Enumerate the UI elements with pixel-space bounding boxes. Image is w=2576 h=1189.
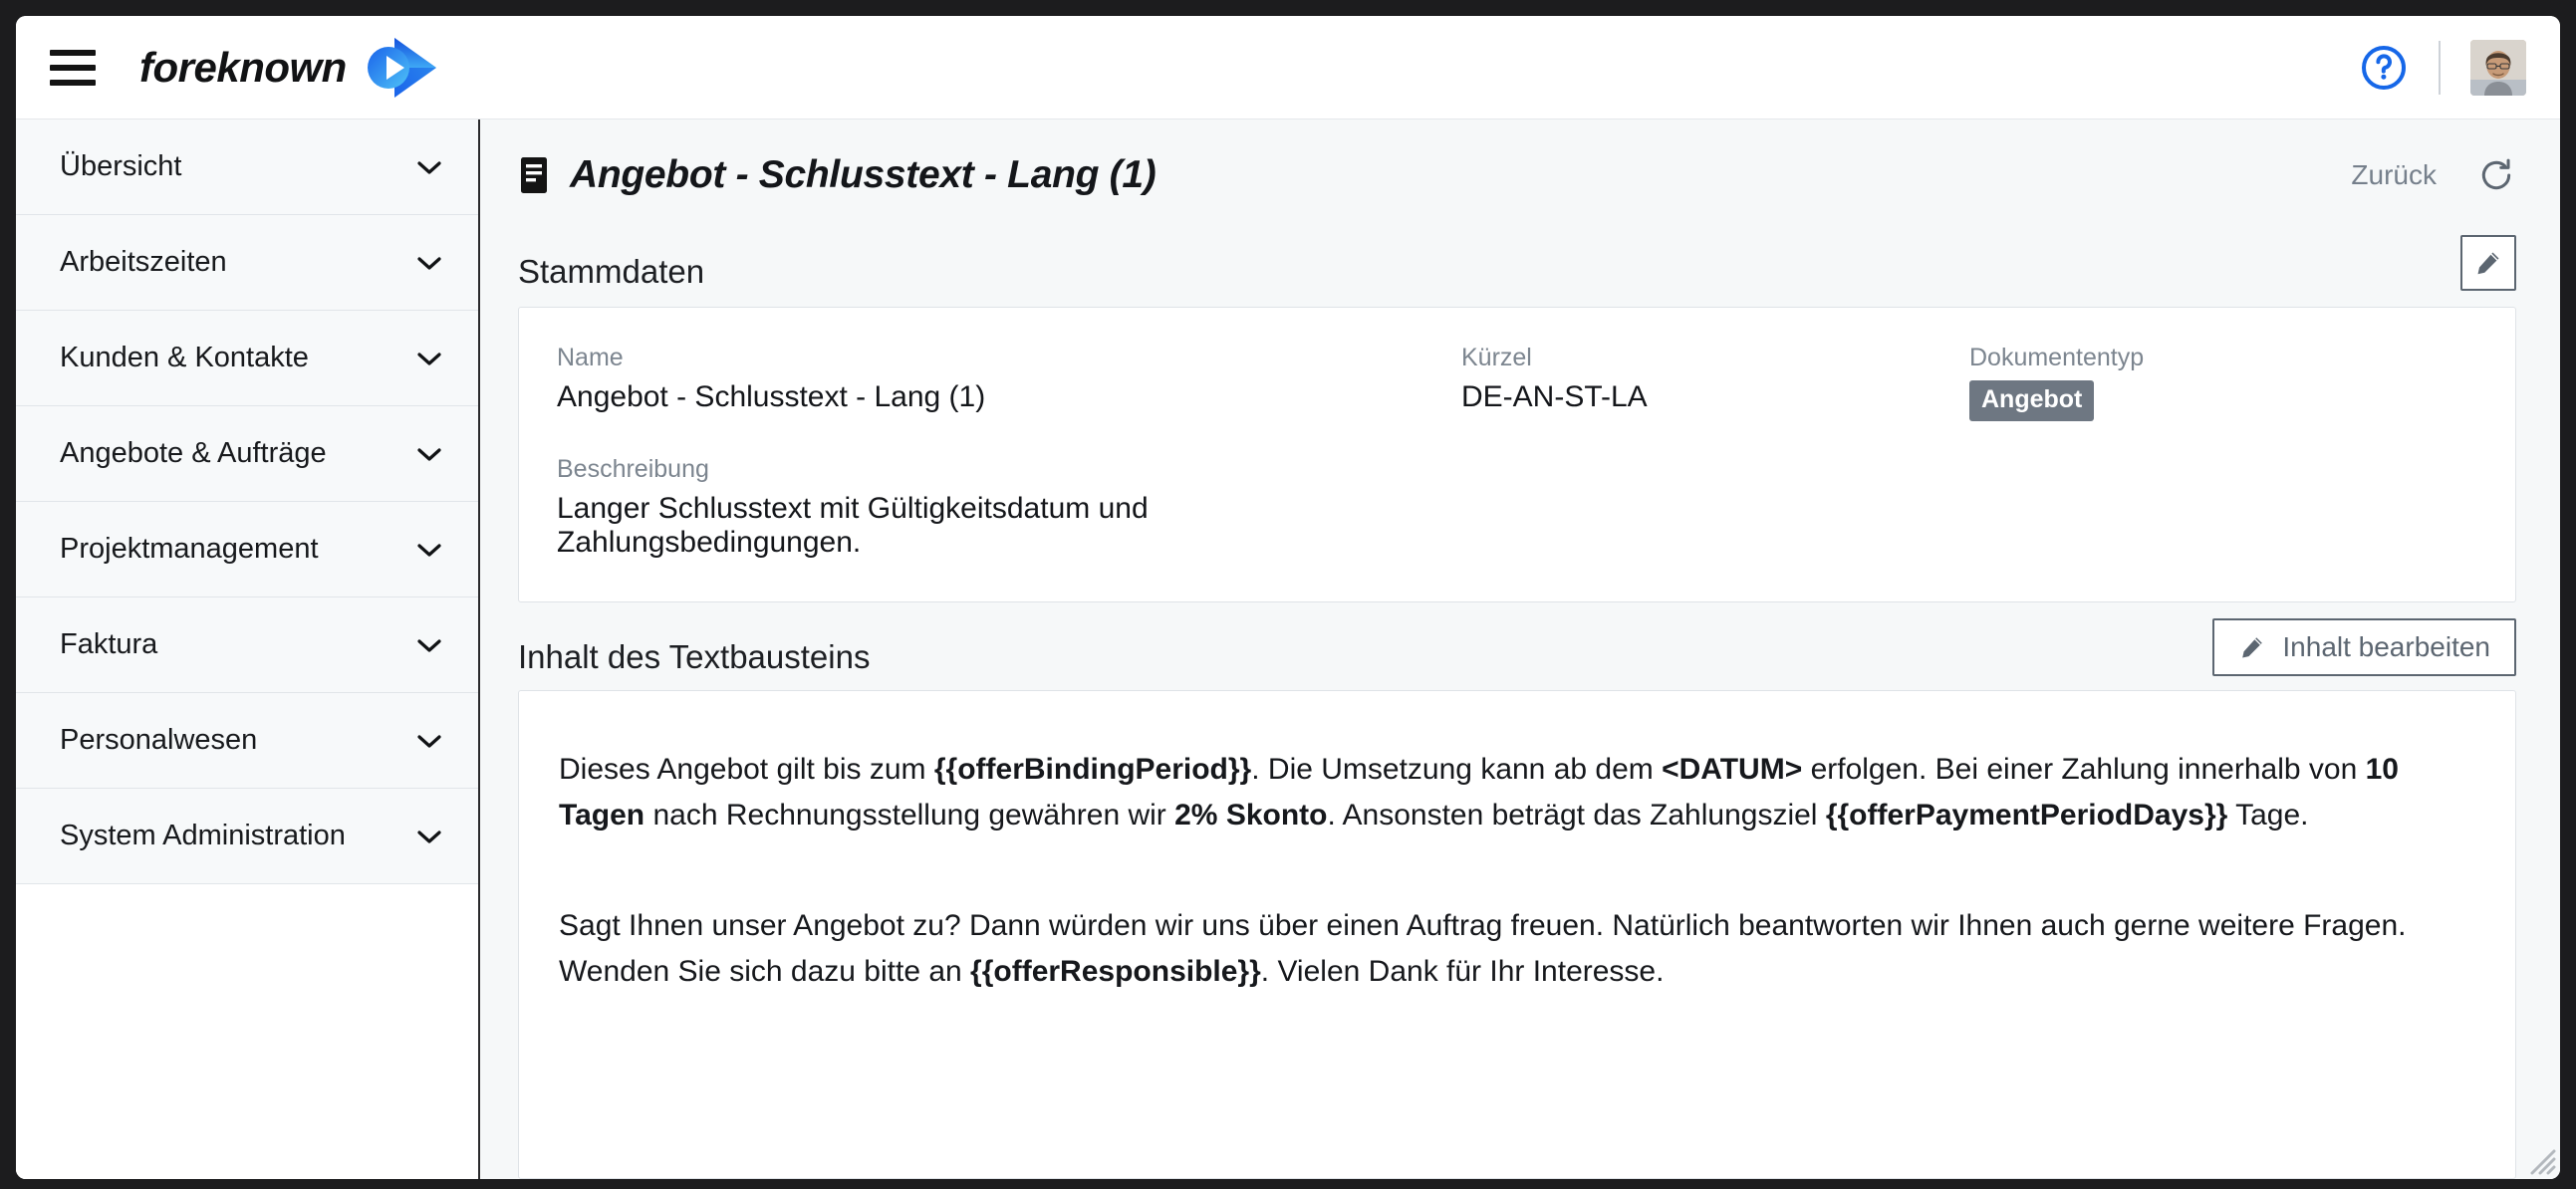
sidebar-item-label: System Administration (60, 820, 346, 851)
help-circle-glyph (2362, 45, 2406, 90)
foreknown-logo-icon (367, 37, 436, 98)
textbaustein-content-card: Dieses Angebot gilt bis zum {{offerBindi… (518, 690, 2516, 1179)
top-app-bar: foreknown (16, 16, 2560, 119)
field-name: Name Angebot - Schlusstext - Lang (1) (557, 344, 1461, 421)
content-paragraph: Sagt Ihnen unser Angebot zu? Dann würden… (559, 903, 2475, 994)
edit-content-button[interactable]: Inhalt bearbeiten (2212, 618, 2516, 676)
avatar-photo (2470, 39, 2526, 96)
page-title: Angebot - Schlusstext - Lang (1) (570, 153, 1157, 196)
grid-spacer (1969, 421, 2477, 560)
window-resize-handle[interactable] (2520, 1139, 2556, 1175)
os-window-frame: foreknown Übersicht Arbeitszeiten Kunden… (0, 0, 2576, 1189)
refresh-glyph (2481, 158, 2511, 190)
pencil-icon (2477, 252, 2499, 275)
back-link[interactable]: Zurück (2351, 159, 2437, 191)
sidebar-item-arbeitszeiten[interactable]: Arbeitszeiten (16, 215, 478, 311)
field-dokumententyp: Dokumententyp Angebot (1969, 344, 2477, 421)
content-placeholder: {{offerBindingPeriod}} (933, 753, 1252, 786)
field-label-kuerzel: Kürzel (1461, 344, 1532, 371)
sidebar-item-projektmanagement[interactable]: Projektmanagement (16, 502, 478, 597)
field-beschreibung: Beschreibung Langer Schlusstext mit Gült… (557, 455, 1461, 560)
chevron-down-icon (417, 256, 441, 270)
chevron-down-icon (417, 447, 441, 461)
sidebar-item-kunden-kontakte[interactable]: Kunden & Kontakte (16, 311, 478, 406)
brand-name: foreknown (139, 43, 347, 91)
content-placeholder: <DATUM> (1662, 753, 1803, 786)
pencil-icon (2242, 637, 2263, 658)
application-window: foreknown Übersicht Arbeitszeiten Kunden… (16, 16, 2560, 1179)
chevron-down-icon (417, 543, 441, 557)
field-value-beschreibung: Langer Schlusstext mit Gültigkeitsdatum … (557, 492, 1149, 559)
status-badge-dokumententyp: Angebot (1969, 380, 2095, 421)
refresh-icon[interactable] (2476, 155, 2516, 195)
chevron-down-icon (417, 830, 441, 843)
chevron-down-icon (417, 734, 441, 748)
main-content: Angebot - Schlusstext - Lang (1) Zurück … (480, 119, 2560, 1179)
content-text: nach Rechnungsstellung gewähren wir (644, 798, 1175, 832)
sidebar-item-personalwesen[interactable]: Personalwesen (16, 693, 478, 789)
sidebar-item-label: Personalwesen (60, 724, 258, 756)
content-text: Dieses Angebot gilt bis zum (559, 753, 934, 786)
content-placeholder: {{offerPaymentPeriodDays}} (1825, 798, 2228, 832)
hamburger-icon[interactable] (50, 49, 96, 86)
field-value-kuerzel: DE-AN-ST-LA (1461, 380, 1648, 413)
stammdaten-field-grid: Name Angebot - Schlusstext - Lang (1) Kü… (557, 344, 2477, 560)
content-text: . Ansonsten beträgt das Zahlungsziel (1327, 798, 1826, 832)
field-label-beschreibung: Beschreibung (557, 455, 709, 483)
hamburger-bar (50, 79, 96, 86)
sidebar-item-label: Projektmanagement (60, 533, 319, 565)
chevron-down-icon (417, 352, 441, 365)
chevron-down-icon (417, 160, 441, 174)
sidebar-item-system-administration[interactable]: System Administration (16, 789, 478, 884)
content-text: Tage. (2227, 798, 2309, 832)
page-title-group: Angebot - Schlusstext - Lang (1) (518, 153, 1157, 197)
content-paragraph: Dieses Angebot gilt bis zum {{offerBindi… (559, 747, 2475, 837)
sidebar-item-label: Faktura (60, 628, 158, 660)
brand-logo[interactable]: foreknown (139, 36, 440, 100)
chevron-down-icon (417, 638, 441, 652)
grid-spacer (1461, 421, 1969, 560)
content-text: . Die Umsetzung kann ab dem (1251, 753, 1663, 786)
topbar-divider (2439, 40, 2441, 95)
stammdaten-section-header: Stammdaten (480, 217, 2560, 291)
help-circle-icon[interactable] (2359, 43, 2409, 93)
content-placeholder: 2% Skonto (1174, 798, 1328, 832)
edit-content-button-label: Inhalt bearbeiten (2282, 631, 2490, 662)
field-value-name: Angebot - Schlusstext - Lang (1) (557, 380, 986, 413)
content-text: . Vielen Dank für Ihr Interesse. (1260, 954, 1665, 988)
document-text-icon (521, 157, 547, 193)
hamburger-bar (50, 49, 96, 56)
field-kuerzel: Kürzel DE-AN-ST-LA (1461, 344, 1969, 421)
hamburger-bar (50, 64, 96, 71)
avatar[interactable] (2470, 39, 2526, 96)
content-placeholder: {{offerResponsible}} (970, 954, 1261, 988)
field-label-name: Name (557, 344, 624, 371)
section-title-stammdaten: Stammdaten (518, 253, 705, 290)
sidebar-item-uebersicht[interactable]: Übersicht (16, 119, 478, 215)
content-text: erfolgen. Bei einer Zahlung innerhalb vo… (1802, 753, 2366, 786)
sidebar-item-label: Arbeitszeiten (60, 246, 227, 278)
edit-stammdaten-button[interactable] (2460, 235, 2516, 291)
stammdaten-card: Name Angebot - Schlusstext - Lang (1) Kü… (518, 307, 2516, 602)
sidebar-item-faktura[interactable]: Faktura (16, 597, 478, 693)
inhalt-section-header: Inhalt des Textbausteins Inhalt bearbeit… (480, 602, 2560, 676)
window-body: Übersicht Arbeitszeiten Kunden & Kontakt… (16, 119, 2560, 1179)
sidebar-item-label: Übersicht (60, 150, 182, 182)
field-label-dokumententyp: Dokumententyp (1969, 344, 2145, 371)
sidebar-navigation: Übersicht Arbeitszeiten Kunden & Kontakt… (16, 119, 480, 1179)
sidebar-item-label: Angebote & Aufträge (60, 437, 327, 469)
page-header: Angebot - Schlusstext - Lang (1) Zurück (480, 119, 2560, 217)
sidebar-empty-space (16, 884, 478, 1179)
content-bottom-padding (559, 994, 2475, 1014)
section-title-inhalt: Inhalt des Textbausteins (518, 638, 871, 675)
sidebar-item-label: Kunden & Kontakte (60, 342, 309, 373)
sidebar-item-angebote-auftraege[interactable]: Angebote & Aufträge (16, 406, 478, 502)
